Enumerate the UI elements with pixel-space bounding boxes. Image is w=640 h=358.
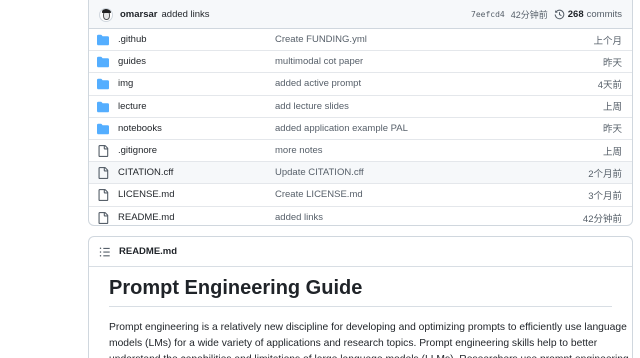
file-row[interactable]: README.md added links 42分钟前 [89,207,632,226]
commit-time: 42分钟前 [510,10,548,20]
file-row[interactable]: guides multimodal cot paper 昨天 [89,51,632,74]
commit-age: 昨天 [602,124,622,136]
latest-commit-bar: omarsar added links 7eefcd4 42分钟前 268 co… [89,0,632,29]
file-name-link[interactable]: guides [118,56,146,67]
history-icon [554,9,565,20]
commit-message-link[interactable]: added active prompt [275,78,361,89]
folder-icon [97,78,109,90]
file-icon [97,189,109,202]
commit-age: 42分钟前 [582,213,622,225]
list-unordered-icon[interactable] [99,246,111,258]
commit-age: 3个月前 [588,190,622,202]
commit-author-link[interactable]: omarsar [120,9,158,20]
commits-count: 268 [567,9,584,20]
file-icon [97,167,109,180]
readme-panel: README.md Prompt Engineering Guide Promp… [88,236,633,358]
readme-header: README.md [89,237,632,267]
file-name-link[interactable]: lecture [118,101,147,112]
commit-age: 上个月 [593,35,622,47]
file-name-link[interactable]: img [118,78,133,89]
file-row[interactable]: img added active prompt 4天前 [89,73,632,96]
commit-age: 昨天 [602,57,622,69]
commits-history-link[interactable]: 268 commits [554,9,622,20]
commit-message-link[interactable]: Update CITATION.cff [275,167,364,178]
file-name-link[interactable]: notebooks [118,123,162,134]
folder-icon [97,101,109,113]
commit-age: 上周 [602,102,622,114]
readme-filename-link[interactable]: README.md [119,246,177,257]
file-name-link[interactable]: .github [118,34,147,45]
file-list: .github Create FUNDING.yml 上个月 guides multim… [89,29,632,226]
readme-content: Prompt Engineering Guide Prompt engineer… [89,267,632,358]
file-icon [97,144,109,157]
commit-message-link[interactable]: Create FUNDING.yml [275,34,367,45]
commit-message-link[interactable]: Create LICENSE.md [275,189,363,200]
file-row[interactable]: .github Create FUNDING.yml 上个月 [89,29,632,52]
file-browser: omarsar added links 7eefcd4 42分钟前 268 co… [88,0,633,226]
commit-age: 上周 [602,146,622,158]
commit-sha-link[interactable]: 7eefcd4 [471,10,505,19]
folder-icon [97,34,109,46]
commit-message-link[interactable]: more notes [275,145,323,156]
file-name-link[interactable]: CITATION.cff [118,167,173,178]
folder-icon [97,56,109,68]
commits-label: commits [586,9,622,20]
commit-message-link[interactable]: added links [162,9,210,20]
commit-age: 2个月前 [588,168,622,180]
commit-age: 4天前 [597,79,622,91]
file-row[interactable]: .gitignore more notes 上周 [89,140,632,163]
file-name-link[interactable]: README.md [118,212,174,223]
file-icon [97,211,109,224]
commit-message-link[interactable]: added application example PAL [275,123,408,134]
file-row[interactable]: notebooks added application example PAL 昨天 [89,118,632,140]
avatar[interactable] [99,7,113,22]
folder-icon [97,123,109,135]
file-name-link[interactable]: .gitignore [118,145,157,156]
file-row[interactable]: LICENSE.md Create LICENSE.md 3个月前 [89,184,632,207]
file-row[interactable]: CITATION.cff Update CITATION.cff 2个月前 [89,162,632,185]
commit-message-link[interactable]: added links [275,212,323,223]
commit-meta: 7eefcd4 42分钟前 268 commits [471,8,622,21]
readme-paragraph: Prompt engineering is a relatively new d… [109,322,629,358]
file-row[interactable]: lecture add lecture slides 上周 [89,96,632,118]
commit-message-link[interactable]: add lecture slides [275,101,349,112]
file-name-link[interactable]: LICENSE.md [118,189,175,200]
commit-message-link[interactable]: multimodal cot paper [275,56,363,67]
readme-heading: Prompt Engineering Guide [109,277,612,307]
